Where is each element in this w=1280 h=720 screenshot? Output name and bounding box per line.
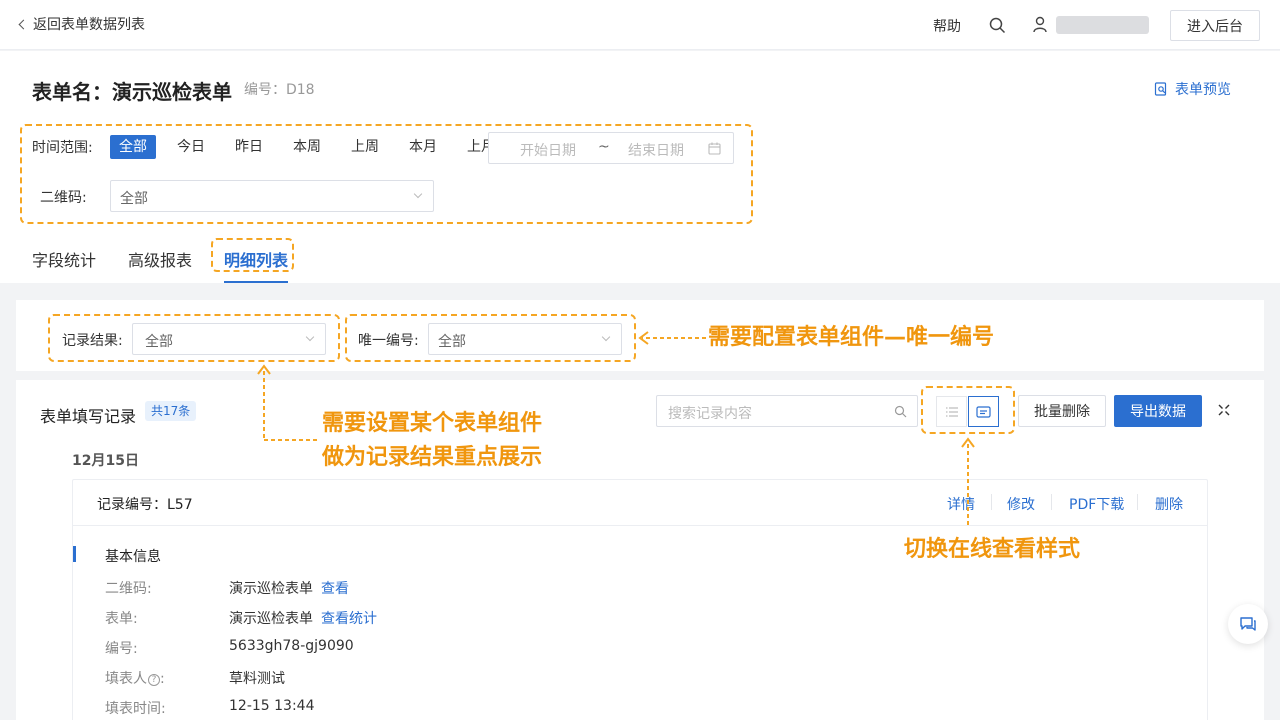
record-id: 记录编号：L57 xyxy=(97,497,193,513)
tab-advanced-report[interactable]: 高级报表 xyxy=(128,247,192,271)
annotation-box-view-switch xyxy=(921,386,1015,434)
record-pdf-download-link[interactable]: PDF下载 xyxy=(1069,494,1124,514)
annotation-box-detail-tab xyxy=(211,238,294,272)
help-link[interactable]: 帮助 xyxy=(933,16,961,36)
field-label-text: 填表人 xyxy=(105,671,147,687)
help-circle-icon[interactable]: ? xyxy=(148,674,160,686)
divider xyxy=(1137,494,1138,510)
divider xyxy=(1051,494,1052,510)
annotation-box-filters xyxy=(20,124,753,224)
section-accent xyxy=(73,546,76,562)
user-icon[interactable] xyxy=(1032,16,1048,33)
user-name-placeholder xyxy=(1056,16,1149,34)
field-value: 5633gh78-gj9090 xyxy=(229,638,354,654)
record-card: 记录编号：L57 详情 修改 PDF下载 删除 基本信息 二维码: 演示巡检表单… xyxy=(72,479,1208,720)
records-count-badge: 共17条 xyxy=(145,401,197,421)
annotation-result-line1: 需要设置某个表单组件 xyxy=(322,411,543,436)
annotation-result-line2: 做为记录结果重点展示 xyxy=(322,445,543,470)
view-qr-link[interactable]: 查看 xyxy=(321,581,349,597)
record-edit-link[interactable]: 修改 xyxy=(1007,494,1035,514)
top-bar: 返回表单数据列表 帮助 进入后台 xyxy=(0,0,1280,50)
chevron-left-icon xyxy=(18,19,29,30)
preview-icon xyxy=(1154,82,1167,96)
field-label: 填表人?: xyxy=(105,671,165,687)
field-value-text: 演示巡检表单 xyxy=(229,581,313,597)
field-label: 填表时间: xyxy=(105,701,166,717)
tab-field-stats[interactable]: 字段统计 xyxy=(32,247,96,271)
records-search-placeholder: 搜索记录内容 xyxy=(668,406,752,422)
records-title: 表单填写记录 xyxy=(40,407,137,426)
field-label: 二维码: xyxy=(105,581,152,597)
form-code: 编号：D18 xyxy=(244,82,315,98)
annotation-view-switch: 切换在线查看样式 xyxy=(904,537,1081,562)
field-value: 演示巡检表单 查看 xyxy=(229,578,349,598)
form-preview-link[interactable]: 表单预览 xyxy=(1154,79,1231,99)
back-link-label: 返回表单数据列表 xyxy=(33,17,145,33)
search-icon[interactable] xyxy=(989,17,1006,34)
annotation-box-unique xyxy=(345,314,636,362)
field-value-text: 演示巡检表单 xyxy=(229,611,313,627)
fullscreen-icon[interactable] xyxy=(1218,404,1230,416)
field-label: 表单: xyxy=(105,611,138,627)
record-delete-link[interactable]: 删除 xyxy=(1155,494,1183,514)
search-icon[interactable] xyxy=(894,405,907,418)
annotation-box-result xyxy=(48,314,340,362)
records-search-input[interactable]: 搜索记录内容 xyxy=(656,395,918,427)
back-link[interactable]: 返回表单数据列表 xyxy=(18,14,145,34)
form-preview-label: 表单预览 xyxy=(1175,82,1231,98)
chat-button[interactable] xyxy=(1228,604,1268,644)
export-data-button[interactable]: 导出数据 xyxy=(1114,395,1202,427)
page-title: 表单名：演示巡检表单 xyxy=(32,80,232,104)
basic-info-title: 基本信息 xyxy=(105,549,161,565)
annotation-unique-id: 需要配置表单组件—唯一编号 xyxy=(708,325,995,350)
enter-backend-button[interactable]: 进入后台 xyxy=(1170,10,1260,41)
record-card-header: 记录编号：L57 详情 修改 PDF下载 删除 xyxy=(73,480,1207,526)
field-label: 编号: xyxy=(105,641,138,657)
field-value: 草料测试 xyxy=(229,671,285,687)
bulk-delete-button[interactable]: 批量删除 xyxy=(1018,395,1106,427)
field-value: 演示巡检表单 查看统计 xyxy=(229,608,377,628)
date-group-heading: 12月15日 xyxy=(72,453,139,469)
chat-icon xyxy=(1240,617,1256,631)
view-stats-link[interactable]: 查看统计 xyxy=(321,611,377,627)
field-value: 12-15 13:44 xyxy=(229,698,315,714)
divider xyxy=(991,494,992,510)
active-tab-indicator xyxy=(224,281,288,283)
record-detail-link[interactable]: 详情 xyxy=(947,494,975,514)
